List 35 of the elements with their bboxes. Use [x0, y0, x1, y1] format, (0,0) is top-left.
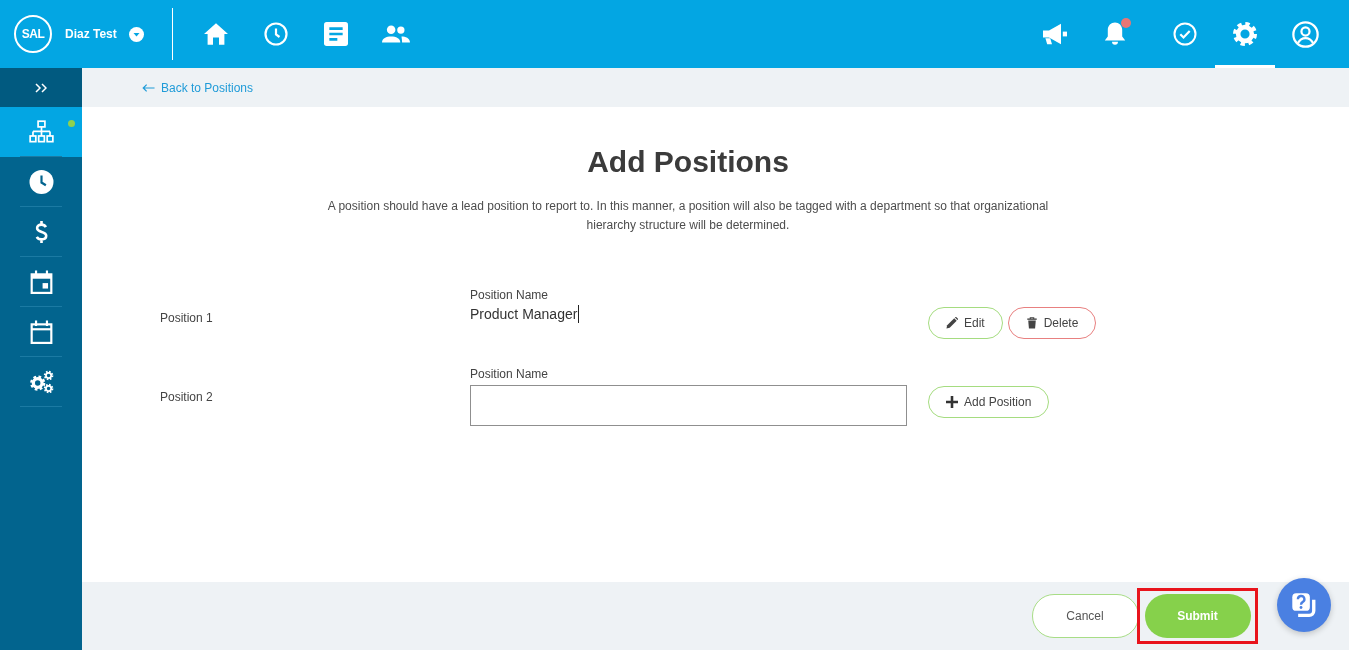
trash-icon: [1025, 317, 1038, 329]
settings-icon: [1233, 22, 1257, 46]
calendar-icon: [28, 320, 54, 344]
cancel-button[interactable]: Cancel: [1031, 594, 1139, 638]
logo: SAL: [14, 15, 52, 53]
position-name-input[interactable]: [470, 385, 907, 426]
position-name-value[interactable]: Product Manager: [470, 305, 578, 323]
caret-icon: [128, 26, 144, 42]
field-label: Position Name: [470, 366, 549, 382]
people-icon[interactable]: [381, 25, 410, 43]
document-icon[interactable]: [323, 22, 348, 46]
arrow-left-icon: [142, 82, 155, 93]
plus-icon: [946, 396, 958, 408]
sidebar-item[interactable]: [0, 107, 82, 157]
chevrons-right-icon: [35, 82, 47, 93]
bell-icon: [1103, 22, 1127, 46]
pencil-icon: [946, 317, 958, 329]
gears-icon: [28, 370, 54, 394]
org-chart-icon: [28, 120, 54, 144]
calendar-icon: [28, 270, 54, 294]
check-circle-icon: [1173, 22, 1197, 46]
help-icon: [1291, 592, 1317, 618]
clock-icon: [28, 170, 54, 194]
page-description: A position should have a lead position to report to. In this manner, a position will also be tagged with a department so that organizational hierarchy structure will be determined.: [326, 198, 1050, 234]
delete-button[interactable]: Delete: [1007, 307, 1097, 339]
page-title: Add Positions: [586, 144, 790, 180]
home-icon[interactable]: [203, 22, 228, 46]
edit-button[interactable]: Edit: [928, 307, 1003, 339]
megaphone-icon: [1043, 22, 1067, 46]
position-label: Position 2: [160, 390, 213, 404]
position-label: Position 1: [160, 311, 213, 325]
clock-icon[interactable]: [263, 22, 288, 46]
field-label: Position Name: [470, 287, 549, 303]
user-icon: [1291, 20, 1319, 48]
add-button[interactable]: Add Position: [928, 386, 1050, 418]
